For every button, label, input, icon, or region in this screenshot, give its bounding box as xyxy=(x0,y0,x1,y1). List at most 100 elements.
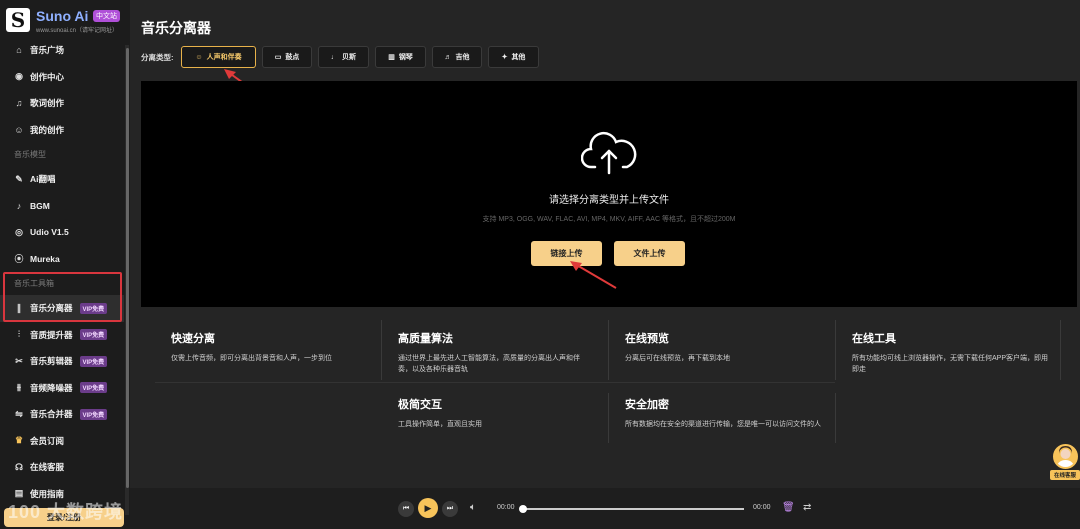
feature-title: 快速分离 xyxy=(171,333,215,345)
divider xyxy=(1060,320,1061,380)
vip-badge: VIP免费 xyxy=(79,329,108,341)
target-icon: ⦿ xyxy=(14,254,24,265)
sidebar-item-mureka[interactable]: ⦿ Mureka xyxy=(0,246,124,273)
sidebar-item-label: 音乐合并器 xyxy=(30,409,73,420)
type-label: 其他 xyxy=(511,54,526,61)
sidebar-item-label: Ai翻唱 xyxy=(30,174,56,185)
feature-desc: 仅需上传音频，即可分离出背景音和人声，一步到位 xyxy=(171,355,332,362)
feature-title: 安全加密 xyxy=(625,399,669,411)
note-icon: ♪ xyxy=(16,200,22,211)
sidebar-item-ai-cover[interactable]: ✎ Ai翻唱 xyxy=(0,166,124,193)
sidebar-item-label: 音乐剪辑器 xyxy=(30,356,73,367)
mic-icon: ✎ xyxy=(15,173,23,184)
type-bass[interactable]: ♩ 贝斯 xyxy=(318,46,369,68)
sidebar-item-lyrics[interactable]: ♫ 歌词创作 xyxy=(0,90,124,117)
feature-minimal-interaction: 极简交互 工具操作简单，直观且实用 xyxy=(398,396,623,430)
customer-service-widget[interactable]: 在线客服 xyxy=(1050,444,1080,482)
skip-forward-icon: ⏭ xyxy=(446,505,454,512)
brand-name: Suno Ai xyxy=(36,8,89,24)
type-label: 人声和伴奏 xyxy=(206,54,242,61)
brand-url: www.sunoai.cn（请牢记网址） xyxy=(36,28,119,34)
equalizer-icon: ⫶ xyxy=(17,329,21,340)
type-label: 吉他 xyxy=(455,54,470,61)
sidebar-scroll-thumb[interactable] xyxy=(126,48,129,488)
type-drums[interactable]: ▭ 鼓点 xyxy=(262,46,312,68)
upload-title: 请选择分离类型并上传文件 xyxy=(549,195,669,206)
trash-icon[interactable]: 🗑︎ xyxy=(782,502,795,513)
repeat-icon[interactable]: ⇄ xyxy=(803,502,811,513)
sidebar-item-label: 音乐分离器 xyxy=(30,303,73,314)
type-other[interactable]: ✦ 其他 xyxy=(488,46,539,68)
type-label: 钢琴 xyxy=(398,54,413,61)
disc-icon: ◎ xyxy=(15,226,23,237)
play-icon: ▶ xyxy=(424,502,432,513)
annotation-arrow xyxy=(570,261,617,289)
feature-desc: 所有数据均在安全的渠道进行传输，您是唯一可以访问文件的人 xyxy=(625,421,821,428)
section-music-tools: 音乐工具箱 xyxy=(14,279,54,288)
vip-badge: VIP免费 xyxy=(79,355,108,367)
feature-desc: 通过世界上最先进人工智能算法，高质量的分离出人声和伴奏，以及各种乐器音轨 xyxy=(398,355,580,373)
play-button[interactable]: ▶ xyxy=(418,498,438,518)
sidebar-item-label: 音频降噪器 xyxy=(30,382,73,393)
crown-icon: ♛ xyxy=(14,435,24,446)
sidebar-item-music-separator[interactable]: ∥ 音乐分离器 VIP免费 xyxy=(0,295,124,322)
sidebar-item-label: Udio V1.5 xyxy=(30,227,69,238)
sidebar-item-my-creations[interactable]: ☺ 我的创作 xyxy=(0,117,124,144)
watermark: 100 大数跨境 xyxy=(8,502,124,522)
feature-desc: 所有功能均可线上浏览器操作，无需下载任何APP客户端，即用即走 xyxy=(852,355,1049,373)
bass-icon: ♩ xyxy=(331,53,338,61)
service-label: 在线客服 xyxy=(1050,470,1080,480)
page-title: 音乐分离器 xyxy=(141,20,211,36)
sidebar-item-label: 音乐广场 xyxy=(30,45,65,56)
type-piano[interactable]: ▥ 钢琴 xyxy=(375,46,426,68)
feature-title: 极简交互 xyxy=(398,399,442,411)
scissors-icon: ✂ xyxy=(15,355,23,366)
sidebar-item-label: 我的创作 xyxy=(30,124,65,135)
next-button[interactable]: ⏭ xyxy=(442,501,458,517)
sidebar-item-label: 创作中心 xyxy=(30,71,65,82)
vocal-icon: ☺ xyxy=(195,53,203,61)
type-guitar[interactable]: ♬ 吉他 xyxy=(432,46,482,68)
feature-online-tools: 在线工具 所有功能均可线上浏览器操作，无需下载任何APP客户端，即用即走 xyxy=(852,330,1052,375)
divider xyxy=(835,393,836,443)
sidebar-item-quality-enhancer[interactable]: ⫶ 音质提升器 VIP免费 xyxy=(0,322,124,349)
progress-bar[interactable] xyxy=(522,508,744,510)
previous-button[interactable]: ⏮ xyxy=(398,501,414,517)
sidebar-item-noise-reducer[interactable]: ⫵ 音频降噪器 VIP免费 xyxy=(0,375,124,402)
vip-badge: VIP免费 xyxy=(79,302,108,314)
waveform-icon: ∥ xyxy=(16,302,22,313)
sidebar-item-music-square[interactable]: ⌂ 音乐广场 xyxy=(0,37,124,64)
guitar-icon: ♬ xyxy=(444,53,452,61)
feature-title: 高质量算法 xyxy=(398,333,453,345)
piano-icon: ▥ xyxy=(388,54,395,61)
sidebar-item-label: Mureka xyxy=(30,253,60,264)
sidebar-item-membership[interactable]: ♛ 会员订阅 xyxy=(0,428,124,455)
section-music-models: 音乐模型 xyxy=(14,150,46,159)
sliders-icon: ⫵ xyxy=(16,382,22,393)
feature-fast-separation: 快速分离 仅需上传音频，即可分离出背景音和人声，一步到位 xyxy=(171,330,396,364)
sidebar-nav: ⌂ 音乐广场 ◉ 创作中心 ♫ 歌词创作 ☺ 我的创作 音乐模型 ✎ Ai翻唱 ♪ BGM … xyxy=(0,37,124,507)
sidebar-item-create-center[interactable]: ◉ 创作中心 xyxy=(0,64,124,91)
total-time: 00:00 xyxy=(753,504,771,511)
service-avatar xyxy=(1053,444,1078,469)
sidebar-item-label: 歌词创作 xyxy=(30,98,65,109)
sidebar-item-music-merger[interactable]: ⇋ 音乐合并器 VIP免费 xyxy=(0,401,124,428)
feature-high-quality: 高质量算法 通过世界上最先进人工智能算法，高质量的分离出人声和伴奏，以及各种乐器… xyxy=(398,330,593,375)
feature-secure-encryption: 安全加密 所有数据均在安全的渠道进行传输，您是唯一可以访问文件的人 xyxy=(625,396,825,430)
current-time: 00:00 xyxy=(497,504,515,511)
sidebar-item-customer-service[interactable]: ☊ 在线客服 xyxy=(0,454,124,481)
sidebar-item-music-editor[interactable]: ✂ 音乐剪辑器 VIP免费 xyxy=(0,348,124,375)
sidebar-item-udio[interactable]: ◎ Udio V1.5 xyxy=(0,219,124,246)
headset-icon: ☊ xyxy=(15,461,23,472)
type-vocal-accompaniment[interactable]: ☺ 人声和伴奏 xyxy=(181,46,256,68)
merge-icon: ⇋ xyxy=(15,408,23,419)
volume-icon[interactable]: 🔈︎ xyxy=(470,502,476,513)
brand-logo[interactable]: S Suno Ai 中文站 www.sunoai.cn（请牢记网址） xyxy=(6,8,126,34)
sidebar-item-bgm[interactable]: ♪ BGM xyxy=(0,193,124,220)
progress-knob[interactable] xyxy=(519,505,527,513)
file-upload-button[interactable]: 文件上传 xyxy=(614,241,685,266)
sidebar-item-label: 会员订阅 xyxy=(30,435,65,446)
sidebar: S Suno Ai 中文站 www.sunoai.cn（请牢记网址） ⌂ 音乐广场… xyxy=(0,0,130,529)
skip-back-icon: ⏮ xyxy=(402,505,410,512)
separation-type-label: 分离类型: xyxy=(141,53,174,62)
